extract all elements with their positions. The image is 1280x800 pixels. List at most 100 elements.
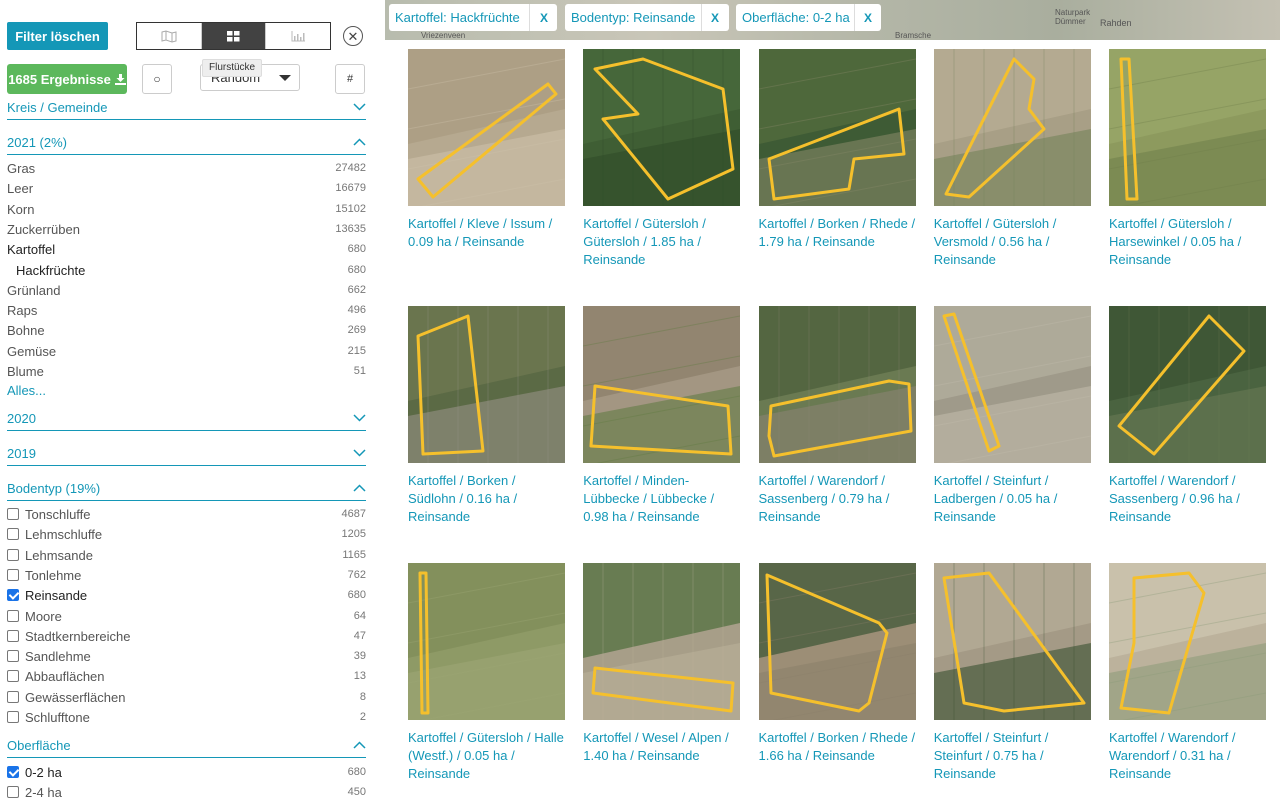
parcel-aerial-image[interactable] (758, 563, 916, 720)
section-year-2020[interactable]: 2020 (7, 411, 366, 431)
remove-chip-button[interactable]: X (540, 11, 548, 25)
checkbox[interactable] (7, 589, 19, 602)
crop-facet-item[interactable]: Hackfrüchte 680 (7, 263, 366, 283)
crop-facet-item[interactable]: Blume 51 (7, 364, 366, 384)
checkbox[interactable] (7, 528, 19, 541)
crop-facet-item[interactable]: Grünland 662 (7, 283, 366, 303)
checkbox[interactable] (7, 670, 19, 683)
section-bodentyp[interactable]: Bodentyp (19%) (7, 481, 366, 501)
crop-facet-item[interactable]: Korn 15102 (7, 202, 366, 222)
checkbox[interactable] (7, 548, 19, 561)
soil-facet-item[interactable]: Tonlehme 762 (7, 568, 366, 588)
soil-facet-item[interactable]: Tonschluffe 4687 (7, 507, 366, 527)
crop-facet-item[interactable]: Zuckerrüben 13635 (7, 222, 366, 242)
soil-facet-item[interactable]: Gewässerflächen 8 (7, 690, 366, 710)
grid-view-button[interactable] (200, 23, 266, 49)
soil-facet-item[interactable]: Stadtkernbereiche 47 (7, 629, 366, 649)
clear-filter-button[interactable]: Filter löschen (7, 22, 108, 50)
parcel-caption-link[interactable]: Kartoffel / Borken / Rhede / 1.79 ha / R… (759, 215, 917, 251)
results-download-button[interactable]: 1685 Ergebnisse (7, 64, 127, 94)
parcel-card[interactable]: Kartoffel / Warendorf / Sassenberg / 0.9… (1109, 306, 1267, 526)
crop-facet-item[interactable]: Leer 16679 (7, 181, 366, 201)
parcel-card[interactable]: Kartoffel / Kleve / Issum / 0.09 ha / Re… (408, 49, 566, 251)
parcel-aerial-image[interactable] (583, 49, 741, 206)
parcel-caption-link[interactable]: Kartoffel / Wesel / Alpen / 1.40 ha / Re… (583, 729, 741, 765)
checkbox[interactable] (7, 786, 19, 799)
parcel-card[interactable]: Kartoffel / Borken / Rhede / 1.79 ha / R… (758, 49, 917, 251)
section-year-2021[interactable]: 2021 (2%) (7, 135, 366, 155)
checkbox[interactable] (7, 690, 19, 703)
parcel-card[interactable]: Kartoffel / Borken / Südlohn / 0.16 ha /… (408, 306, 566, 526)
parcel-caption-link[interactable]: Kartoffel / Steinfurt / Steinfurt / 0.75… (934, 729, 1092, 783)
parcel-card[interactable]: Kartoffel / Wesel / Alpen / 1.40 ha / Re… (583, 563, 741, 765)
parcel-card[interactable]: Kartoffel / Steinfurt / Steinfurt / 0.75… (933, 563, 1092, 783)
parcel-aerial-image[interactable] (1109, 306, 1266, 463)
section-kreis-gemeinde[interactable]: Kreis / Gemeinde (7, 100, 366, 120)
parcel-card[interactable]: Kartoffel / Gütersloh / Versmold / 0.56 … (933, 49, 1092, 269)
section-year-2019[interactable]: 2019 (7, 446, 366, 466)
checkbox[interactable] (7, 766, 19, 778)
parcel-aerial-image[interactable] (1109, 49, 1266, 206)
parcel-aerial-image[interactable] (933, 306, 1091, 463)
parcel-aerial-image[interactable] (408, 563, 565, 720)
parcel-aerial-image[interactable] (583, 306, 741, 463)
parcel-caption-link[interactable]: Kartoffel / Kleve / Issum / 0.09 ha / Re… (408, 215, 566, 251)
area-facet-item[interactable]: 2-4 ha 450 (7, 785, 366, 800)
parcel-aerial-image[interactable] (758, 306, 916, 463)
crop-facet-item[interactable]: Gemüse 215 (7, 344, 366, 364)
parcel-caption-link[interactable]: Kartoffel / Steinfurt / Ladbergen / 0.05… (934, 472, 1092, 526)
checkbox[interactable] (7, 711, 19, 723)
crop-facet-item[interactable]: Gras 27482 (7, 161, 366, 181)
parcel-card[interactable]: Kartoffel / Gütersloh / Halle (Westf.) /… (408, 563, 566, 783)
parcel-aerial-image[interactable] (933, 49, 1091, 206)
parcel-caption-link[interactable]: Kartoffel / Minden-Lübbecke / Lübbecke /… (583, 472, 741, 526)
crop-facet-item[interactable]: Bohne 269 (7, 323, 366, 343)
soil-facet-item[interactable]: Moore 64 (7, 609, 366, 629)
parcel-aerial-image[interactable] (933, 563, 1091, 720)
checkbox[interactable] (7, 650, 19, 663)
parcel-aerial-image[interactable] (758, 49, 916, 206)
soil-facet-item[interactable]: Abbauflächen 13 (7, 669, 366, 689)
parcel-card[interactable]: Kartoffel / Warendorf / Warendorf / 0.31… (1109, 563, 1267, 783)
parcel-caption-link[interactable]: Kartoffel / Borken / Rhede / 1.66 ha / R… (759, 729, 917, 765)
parcel-caption-link[interactable]: Kartoffel / Gütersloh / Halle (Westf.) /… (408, 729, 566, 783)
map-view-button[interactable] (137, 23, 201, 49)
remove-chip-button[interactable]: X (711, 11, 719, 25)
parcel-card[interactable]: Kartoffel / Gütersloh / Gütersloh / 1.85… (583, 49, 741, 269)
crop-facet-item[interactable]: Kartoffel 680 (7, 242, 366, 262)
parcel-caption-link[interactable]: Kartoffel / Warendorf / Sassenberg / 0.7… (759, 472, 917, 526)
circle-toggle-button[interactable]: ○ (142, 64, 172, 94)
parcel-card[interactable]: Kartoffel / Warendorf / Sassenberg / 0.7… (758, 306, 917, 526)
parcel-caption-link[interactable]: Kartoffel / Gütersloh / Gütersloh / 1.85… (583, 215, 741, 269)
soil-facet-item[interactable]: Lehmsande 1165 (7, 548, 366, 568)
parcel-caption-link[interactable]: Kartoffel / Borken / Südlohn / 0.16 ha /… (408, 472, 566, 526)
parcel-card[interactable]: Kartoffel / Borken / Rhede / 1.66 ha / R… (758, 563, 917, 765)
parcel-caption-link[interactable]: Kartoffel / Warendorf / Sassenberg / 0.9… (1109, 472, 1267, 526)
crop-facet-item[interactable]: Raps 496 (7, 303, 366, 323)
parcel-card[interactable]: Kartoffel / Steinfurt / Ladbergen / 0.05… (933, 306, 1092, 526)
parcel-id-button[interactable]: # (335, 64, 365, 94)
show-all-link[interactable]: Alles... (7, 383, 46, 398)
checkbox[interactable] (7, 568, 19, 581)
parcel-card[interactable]: Kartoffel / Gütersloh / Harsewinkel / 0.… (1109, 49, 1267, 269)
parcel-aerial-image[interactable] (1109, 563, 1266, 720)
soil-facet-item[interactable]: Reinsande 680 (7, 588, 366, 608)
parcel-caption-link[interactable]: Kartoffel / Warendorf / Warendorf / 0.31… (1109, 729, 1267, 783)
checkbox[interactable] (7, 508, 19, 520)
remove-chip-button[interactable]: X (864, 11, 872, 25)
parcel-aerial-image[interactable] (583, 563, 741, 720)
close-icon[interactable]: ✕ (343, 26, 363, 46)
parcel-card[interactable]: Kartoffel / Minden-Lübbecke / Lübbecke /… (583, 306, 741, 526)
parcel-caption-link[interactable]: Kartoffel / Gütersloh / Harsewinkel / 0.… (1109, 215, 1267, 269)
soil-facet-item[interactable]: Lehmschluffe 1205 (7, 527, 366, 547)
area-facet-item[interactable]: 0-2 ha 680 (7, 765, 366, 785)
parcel-caption-link[interactable]: Kartoffel / Gütersloh / Versmold / 0.56 … (934, 215, 1092, 269)
parcel-aerial-image[interactable] (408, 49, 565, 206)
section-oberflaeche[interactable]: Oberfläche (7, 738, 366, 758)
chart-view-button[interactable] (265, 23, 330, 49)
checkbox[interactable] (7, 629, 19, 642)
soil-facet-item[interactable]: Sandlehme 39 (7, 649, 366, 669)
checkbox[interactable] (7, 609, 19, 622)
soil-facet-item[interactable]: Schlufftone 2 (7, 710, 366, 730)
parcel-aerial-image[interactable] (408, 306, 565, 463)
